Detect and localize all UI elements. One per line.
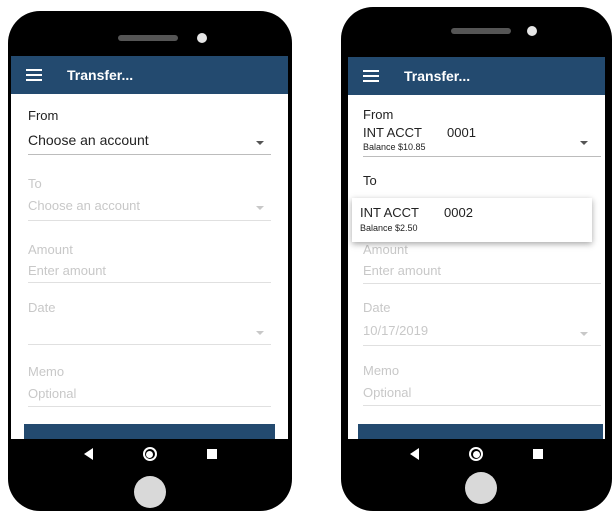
amount-input[interactable]: Enter amount <box>28 263 106 278</box>
to-select[interactable]: Choose an account <box>28 198 140 213</box>
to-label: To <box>363 173 377 188</box>
option-account-number[interactable]: 0002 <box>444 205 473 220</box>
hardware-home-button[interactable] <box>465 472 497 504</box>
from-balance: Balance $10.85 <box>363 142 426 152</box>
hardware-home-button[interactable] <box>134 476 166 508</box>
amount-label: Amount <box>28 242 73 257</box>
option-account-name[interactable]: INT ACCT <box>360 205 419 220</box>
from-select[interactable]: Choose an account <box>28 132 149 148</box>
amount-label: Amount <box>363 242 408 257</box>
recents-icon[interactable] <box>206 449 217 459</box>
memo-underline <box>363 405 601 406</box>
from-account-name[interactable]: INT ACCT <box>363 125 422 140</box>
system-nav-bar <box>8 439 292 469</box>
from-label: From <box>28 108 59 123</box>
back-icon[interactable] <box>83 448 93 460</box>
back-icon[interactable] <box>410 448 419 460</box>
amount-input[interactable]: Enter amount <box>363 263 441 278</box>
app-bar: Transfer... <box>11 56 288 94</box>
memo-label: Memo <box>28 364 65 379</box>
camera <box>197 33 207 43</box>
recents-icon[interactable] <box>533 449 543 459</box>
memo-input[interactable]: Optional <box>363 385 411 400</box>
memo-input[interactable]: Optional <box>28 386 76 401</box>
home-icon[interactable] <box>469 447 483 461</box>
amount-underline <box>28 282 271 283</box>
screen-right: Transfer... From INT ACCT 0001 Balance $… <box>348 57 605 439</box>
phone-left: Transfer... From Choose an account To Ch… <box>8 11 292 511</box>
caret-down-icon[interactable] <box>256 141 264 145</box>
phone-right: Transfer... From INT ACCT 0001 Balance $… <box>341 7 612 511</box>
speaker <box>118 35 178 41</box>
date-label: Date <box>28 300 56 315</box>
memo-underline <box>28 406 271 407</box>
to-underline <box>28 220 271 221</box>
speaker <box>451 28 511 34</box>
date-input[interactable]: 10/17/2019 <box>363 323 428 338</box>
caret-down-icon[interactable] <box>580 332 588 336</box>
date-underline <box>28 344 271 345</box>
memo-label: Memo <box>363 363 400 378</box>
page-title: Transfer... <box>404 68 471 84</box>
date-underline <box>363 345 601 346</box>
caret-down-icon[interactable] <box>256 331 264 335</box>
caret-down-icon[interactable] <box>580 141 588 145</box>
menu-icon[interactable] <box>363 70 379 82</box>
to-account-dropdown: INT ACCT 0002 Balance $2.50 <box>352 198 592 242</box>
system-nav-bar <box>341 439 612 469</box>
page-title: Transfer... <box>67 67 134 83</box>
submit-button[interactable] <box>24 424 275 439</box>
option-balance: Balance $2.50 <box>360 223 418 233</box>
to-label: To <box>28 176 42 191</box>
menu-icon[interactable] <box>26 69 42 81</box>
caret-down-icon[interactable] <box>256 206 264 210</box>
date-label: Date <box>363 300 391 315</box>
app-bar: Transfer... <box>348 57 605 95</box>
amount-underline <box>363 283 601 284</box>
submit-button[interactable] <box>358 424 603 439</box>
screen-left: Transfer... From Choose an account To Ch… <box>11 56 288 439</box>
from-underline <box>28 154 271 155</box>
from-label: From <box>363 107 394 122</box>
from-underline <box>363 156 601 157</box>
from-account-number[interactable]: 0001 <box>447 125 476 140</box>
camera <box>527 26 537 36</box>
home-icon[interactable] <box>142 447 157 461</box>
